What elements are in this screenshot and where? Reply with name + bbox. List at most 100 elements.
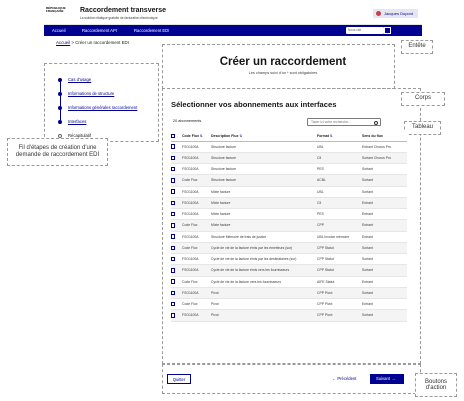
row-checkbox[interactable]	[171, 253, 182, 266]
row-checkbox[interactable]	[171, 152, 182, 165]
row-checkbox[interactable]	[171, 141, 182, 153]
checkbox-icon	[171, 166, 176, 172]
header-search-input[interactable]: Nous cite	[346, 27, 384, 34]
required-fields-note: Les champs suivi d'un * sont obligatoire…	[248, 71, 318, 75]
cell-format: CII	[317, 152, 362, 165]
row-checkbox[interactable]	[171, 208, 182, 221]
cell-format: AIFE Statut	[317, 276, 362, 288]
column-description-flux[interactable]: Description Flux ⇅	[211, 131, 317, 142]
cell-format: UBL	[317, 141, 362, 153]
step-label: Interfaces	[68, 119, 87, 124]
column-label: Description Flux	[211, 133, 239, 138]
checkbox-icon	[171, 256, 176, 262]
header-search-icon[interactable]	[384, 27, 391, 34]
row-checkbox[interactable]	[171, 298, 182, 311]
republique-logo[interactable]: RÉPUBLIQUE FRANÇAISE	[46, 6, 72, 21]
checkbox-icon	[171, 144, 176, 149]
user-account-button[interactable]: Jacques Dupont	[373, 9, 418, 18]
cell-sens-flux: Sortant	[362, 287, 407, 300]
table-row[interactable]: FSO1100A Structure Mémoire de frais de ju…	[171, 231, 407, 243]
subscription-count: 20 abonnements	[173, 119, 202, 123]
table-row[interactable]: FSO1100A Mixte facture PES Entrant	[171, 208, 407, 221]
cell-format: CPP Statut	[317, 264, 362, 277]
row-checkbox[interactable]	[171, 163, 182, 176]
quit-button[interactable]: Quitter	[167, 374, 191, 384]
nav-item-raccordement-api[interactable]: Raccordement API	[82, 25, 117, 36]
page-title: Créer un raccordement	[219, 56, 347, 68]
cell-sens-flux: Sortant	[362, 186, 407, 198]
cell-description-flux: Structure facture	[211, 174, 317, 187]
table-row[interactable]: FSO1100A Mixte facture UBL Sortant	[171, 186, 407, 198]
cell-format: PES	[317, 208, 362, 221]
cell-sens-flux: Entrant	[362, 197, 407, 210]
row-checkbox[interactable]	[171, 242, 182, 255]
next-label: Suivant	[376, 376, 390, 381]
step-interfaces[interactable]: Interfaces	[56, 117, 156, 131]
step-informations-structure[interactable]: Informations de structure	[56, 89, 156, 103]
step-current-icon	[58, 120, 62, 124]
cell-description-flux: Cycle de vie de la facture vers les four…	[211, 276, 317, 288]
row-checkbox[interactable]	[171, 197, 182, 210]
table-row[interactable]: FSO1100A Structure facture PES Sortant	[171, 163, 407, 176]
table-search-input[interactable]: Taper ici votre recherche...	[307, 118, 381, 126]
column-label: Format	[317, 133, 329, 138]
column-code-flux[interactable]: Code Flux ⇅	[182, 131, 211, 142]
step-informations-generales[interactable]: Informations générales raccordement	[56, 103, 156, 117]
checkbox-icon	[171, 268, 176, 273]
row-checkbox[interactable]	[171, 309, 182, 322]
step-todo-icon	[58, 134, 62, 138]
cell-code-flux: FSO1100A	[182, 152, 211, 165]
table-row[interactable]: Code Flux Structure facture ACBL Sortant	[171, 174, 407, 187]
table-row[interactable]: Code Flux Pivot CPP Pivot Entrant	[171, 298, 407, 311]
breadcrumb-home[interactable]: Accueil	[56, 40, 70, 45]
checkbox-icon	[171, 279, 176, 284]
checkbox-icon	[171, 290, 176, 296]
column-sens-flux[interactable]: Sens du flux	[362, 131, 407, 142]
cell-format: UBL	[317, 186, 362, 198]
nav-item-accueil[interactable]: Accueil	[52, 25, 66, 36]
table-row[interactable]: Code Flux Cycle de vie de la facture émis…	[171, 242, 407, 255]
row-checkbox[interactable]	[171, 231, 182, 243]
step-cas-usage[interactable]: Cas d'usage	[56, 75, 156, 89]
cell-description-flux: Structure Mémoire de frais de justice	[211, 231, 317, 243]
main-navigation: Accueil Raccordement API Raccordement ED…	[44, 25, 422, 36]
logo-line-2: FRANÇAISE	[46, 9, 64, 14]
table-row[interactable]: Code Flux Cycle de vie de la facture vers…	[171, 276, 407, 288]
row-checkbox[interactable]	[171, 174, 182, 187]
previous-button[interactable]: ← Précédent	[332, 376, 356, 381]
table-row[interactable]: FSO1100A Mixte facture CII Entrant	[171, 197, 407, 210]
cell-code-flux: Code Flux	[182, 276, 211, 288]
select-all-checkbox[interactable]	[171, 131, 182, 142]
table-row[interactable]: FSO1100A Pivot CPP Pivot Sortant	[171, 309, 407, 322]
cell-format: CPP Statut	[317, 253, 362, 266]
user-avatar-icon	[376, 11, 382, 16]
cell-format: CPP Pivot	[317, 298, 362, 311]
cell-format: CPP	[317, 219, 362, 232]
cell-sens-flux: Sortant Chorus Pro	[362, 152, 407, 165]
table-row[interactable]: FSO1100A Structure facture CII Sortant Chor…	[171, 152, 407, 165]
step-recapitulatif: Récapitulatif	[56, 131, 156, 145]
table-row[interactable]: FSO1100A Cycle de vie de la facture émis …	[171, 264, 407, 277]
cell-format: ACBL	[317, 174, 362, 187]
table-row[interactable]: FSO1100A Structure facture UBL Entrant Chor…	[171, 141, 407, 153]
column-format[interactable]: Format ⇅	[317, 131, 362, 142]
previous-label: Précédent	[337, 376, 357, 381]
next-button[interactable]: Suivant →	[370, 374, 404, 384]
table-row[interactable]: FSO1100A Cycle de vie de la facture émis …	[171, 253, 407, 266]
cell-sens-flux: Entrant Chorus Pro	[362, 141, 407, 153]
cell-sens-flux: Sortant	[362, 174, 407, 187]
checkbox-icon	[171, 189, 176, 194]
nav-item-raccordement-edi[interactable]: Raccordement EDI	[134, 25, 169, 36]
table-row[interactable]: Code Flux Mixte facture CPP Entrant	[171, 219, 407, 232]
row-checkbox[interactable]	[171, 264, 182, 277]
column-label: Code Flux	[182, 133, 199, 138]
service-title[interactable]: Raccordement transverse	[80, 7, 166, 14]
cell-code-flux: FSO1100A	[182, 141, 211, 153]
checkbox-icon	[171, 223, 176, 228]
row-checkbox[interactable]	[171, 276, 182, 288]
row-checkbox[interactable]	[171, 287, 182, 300]
table-row[interactable]: FSO1100A Pivot CPP Pivot Sortant	[171, 287, 407, 300]
row-checkbox[interactable]	[171, 219, 182, 232]
cell-sens-flux: Entrant	[362, 231, 407, 243]
row-checkbox[interactable]	[171, 186, 182, 198]
